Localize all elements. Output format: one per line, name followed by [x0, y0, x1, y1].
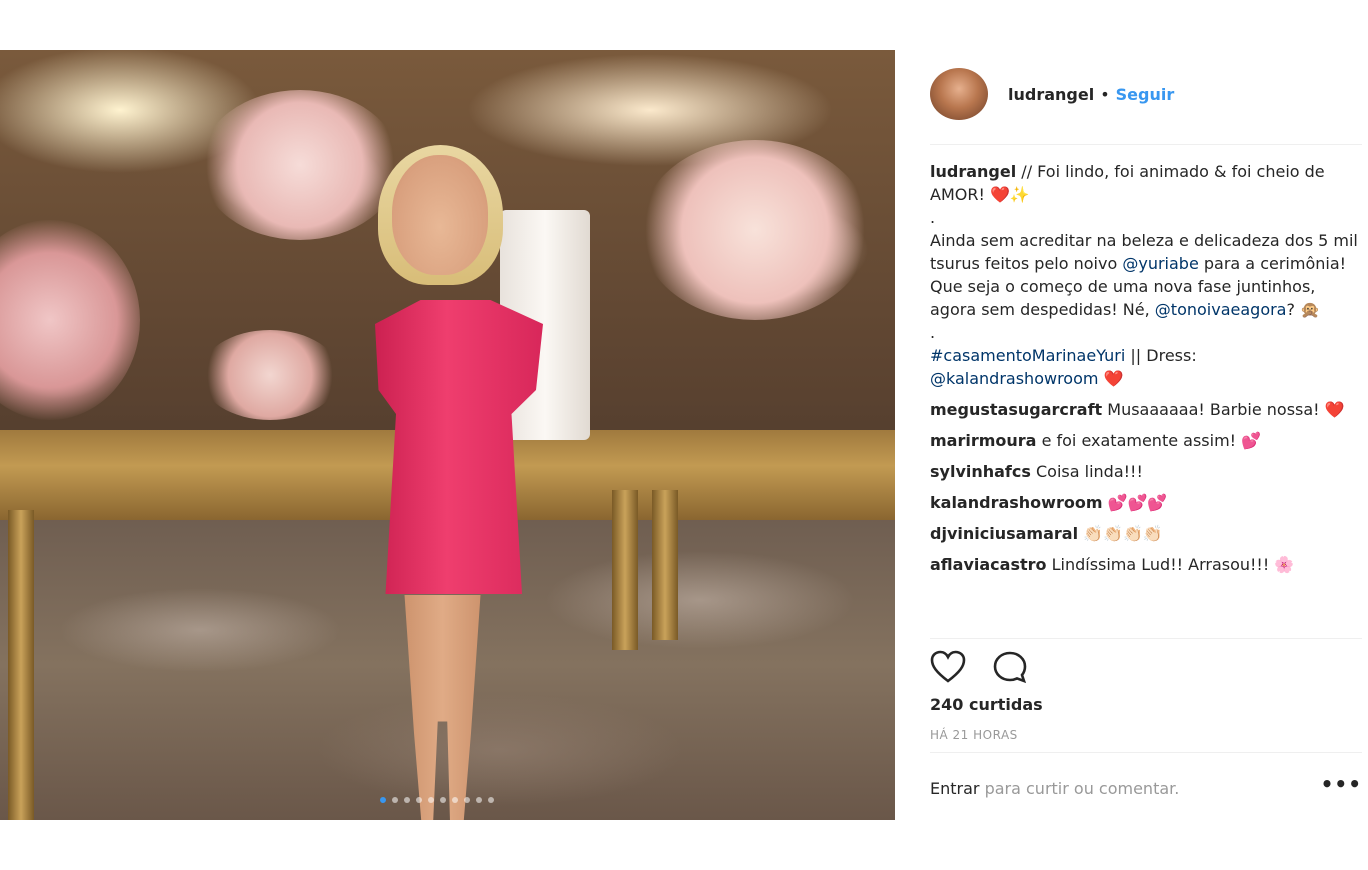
divider — [930, 638, 1362, 639]
carousel-dot[interactable] — [488, 797, 494, 803]
comment-username[interactable]: marirmoura — [930, 431, 1036, 450]
comment-text: 👏🏻👏🏻👏🏻👏🏻 — [1078, 524, 1163, 543]
comment-text: Coisa linda!!! — [1030, 462, 1143, 481]
post-timestamp[interactable]: HÁ 21 HORAS — [930, 728, 1018, 742]
avatar[interactable] — [930, 68, 988, 120]
photo-table-leg — [8, 510, 34, 820]
post-photo[interactable] — [0, 50, 895, 820]
comment-item: marirmoura e foi exatamente assim! 💕 — [930, 429, 1362, 452]
comment-text: Lindíssima Lud!! Arrasou!!! 🌸 — [1046, 555, 1295, 574]
more-options-icon[interactable]: ••• — [1321, 772, 1362, 796]
comment-text: 💕💕💕 — [1102, 493, 1168, 512]
carousel-dots[interactable] — [380, 797, 494, 803]
carousel-dot[interactable] — [404, 797, 410, 803]
comment-username[interactable]: megustasugarcraft — [930, 400, 1102, 419]
carousel-dot[interactable] — [416, 797, 422, 803]
mention-link[interactable]: @kalandrashowroom — [930, 369, 1098, 388]
comment-username[interactable]: djviniciusamaral — [930, 524, 1078, 543]
comment-text: Musaaaaaa! Barbie nossa! ❤️ — [1102, 400, 1345, 419]
comment-item: aflaviacastro Lindíssima Lud!! Arrasou!!… — [930, 553, 1362, 576]
comment-username[interactable]: sylvinhafcs — [930, 462, 1031, 481]
comments-list[interactable]: ludrangel // Foi lindo, foi animado & fo… — [930, 160, 1362, 638]
photo-flowers — [640, 140, 870, 320]
photo-table-leg — [652, 490, 678, 640]
mention-link[interactable]: @tonoivaeagora — [1155, 300, 1287, 319]
comment-username[interactable]: kalandrashowroom — [930, 493, 1102, 512]
login-prompt: Entrar para curtir ou comentar. — [930, 779, 1179, 798]
caption: ludrangel // Foi lindo, foi animado & fo… — [930, 160, 1362, 390]
action-bar — [930, 650, 1028, 688]
follow-button[interactable]: Seguir — [1116, 85, 1175, 104]
caption-text: ❤️ — [1098, 369, 1124, 388]
post-side-panel: ludrangel • Seguir ludrangel // Foi lind… — [930, 50, 1362, 820]
carousel-dot[interactable] — [476, 797, 482, 803]
carousel-dot[interactable] — [440, 797, 446, 803]
login-link[interactable]: Entrar — [930, 779, 979, 798]
likes-count[interactable]: 240 curtidas — [930, 695, 1043, 714]
heart-icon[interactable] — [930, 650, 966, 688]
header-separator: • — [1100, 84, 1110, 104]
post-header: ludrangel • Seguir — [930, 68, 1362, 120]
carousel-dot[interactable] — [380, 797, 386, 803]
comment-item: kalandrashowroom 💕💕💕 — [930, 491, 1362, 514]
photo-table-leg — [612, 490, 638, 650]
login-text: para curtir ou comentar. — [979, 779, 1180, 798]
comment-text: e foi exatamente assim! 💕 — [1036, 431, 1262, 450]
caption-username[interactable]: ludrangel — [930, 162, 1016, 181]
header-username[interactable]: ludrangel — [1008, 85, 1094, 104]
comment-icon[interactable] — [992, 650, 1028, 688]
photo-flowers — [200, 90, 400, 240]
caption-text: ? 🙊 — [1286, 300, 1320, 319]
caption-text: || Dress: — [1125, 346, 1197, 365]
comment-item: sylvinhafcs Coisa linda!!! — [930, 460, 1362, 483]
hashtag-link[interactable]: #casamentoMarinaeYuri — [930, 346, 1125, 365]
carousel-dot[interactable] — [464, 797, 470, 803]
carousel-dot[interactable] — [452, 797, 458, 803]
photo-woman-head — [392, 155, 488, 275]
photo-flowers — [0, 220, 140, 420]
mention-link[interactable]: @yuriabe — [1122, 254, 1198, 273]
carousel-dot[interactable] — [428, 797, 434, 803]
photo-flowers — [200, 330, 340, 420]
caption-dot: . — [930, 323, 936, 342]
caption-dot: . — [930, 208, 936, 227]
divider — [930, 752, 1362, 753]
carousel-dot[interactable] — [392, 797, 398, 803]
comment-item: djviniciusamaral 👏🏻👏🏻👏🏻👏🏻 — [930, 522, 1362, 545]
comment-username[interactable]: aflaviacastro — [930, 555, 1047, 574]
comment-item: megustasugarcraft Musaaaaaa! Barbie noss… — [930, 398, 1362, 421]
divider — [930, 144, 1362, 145]
